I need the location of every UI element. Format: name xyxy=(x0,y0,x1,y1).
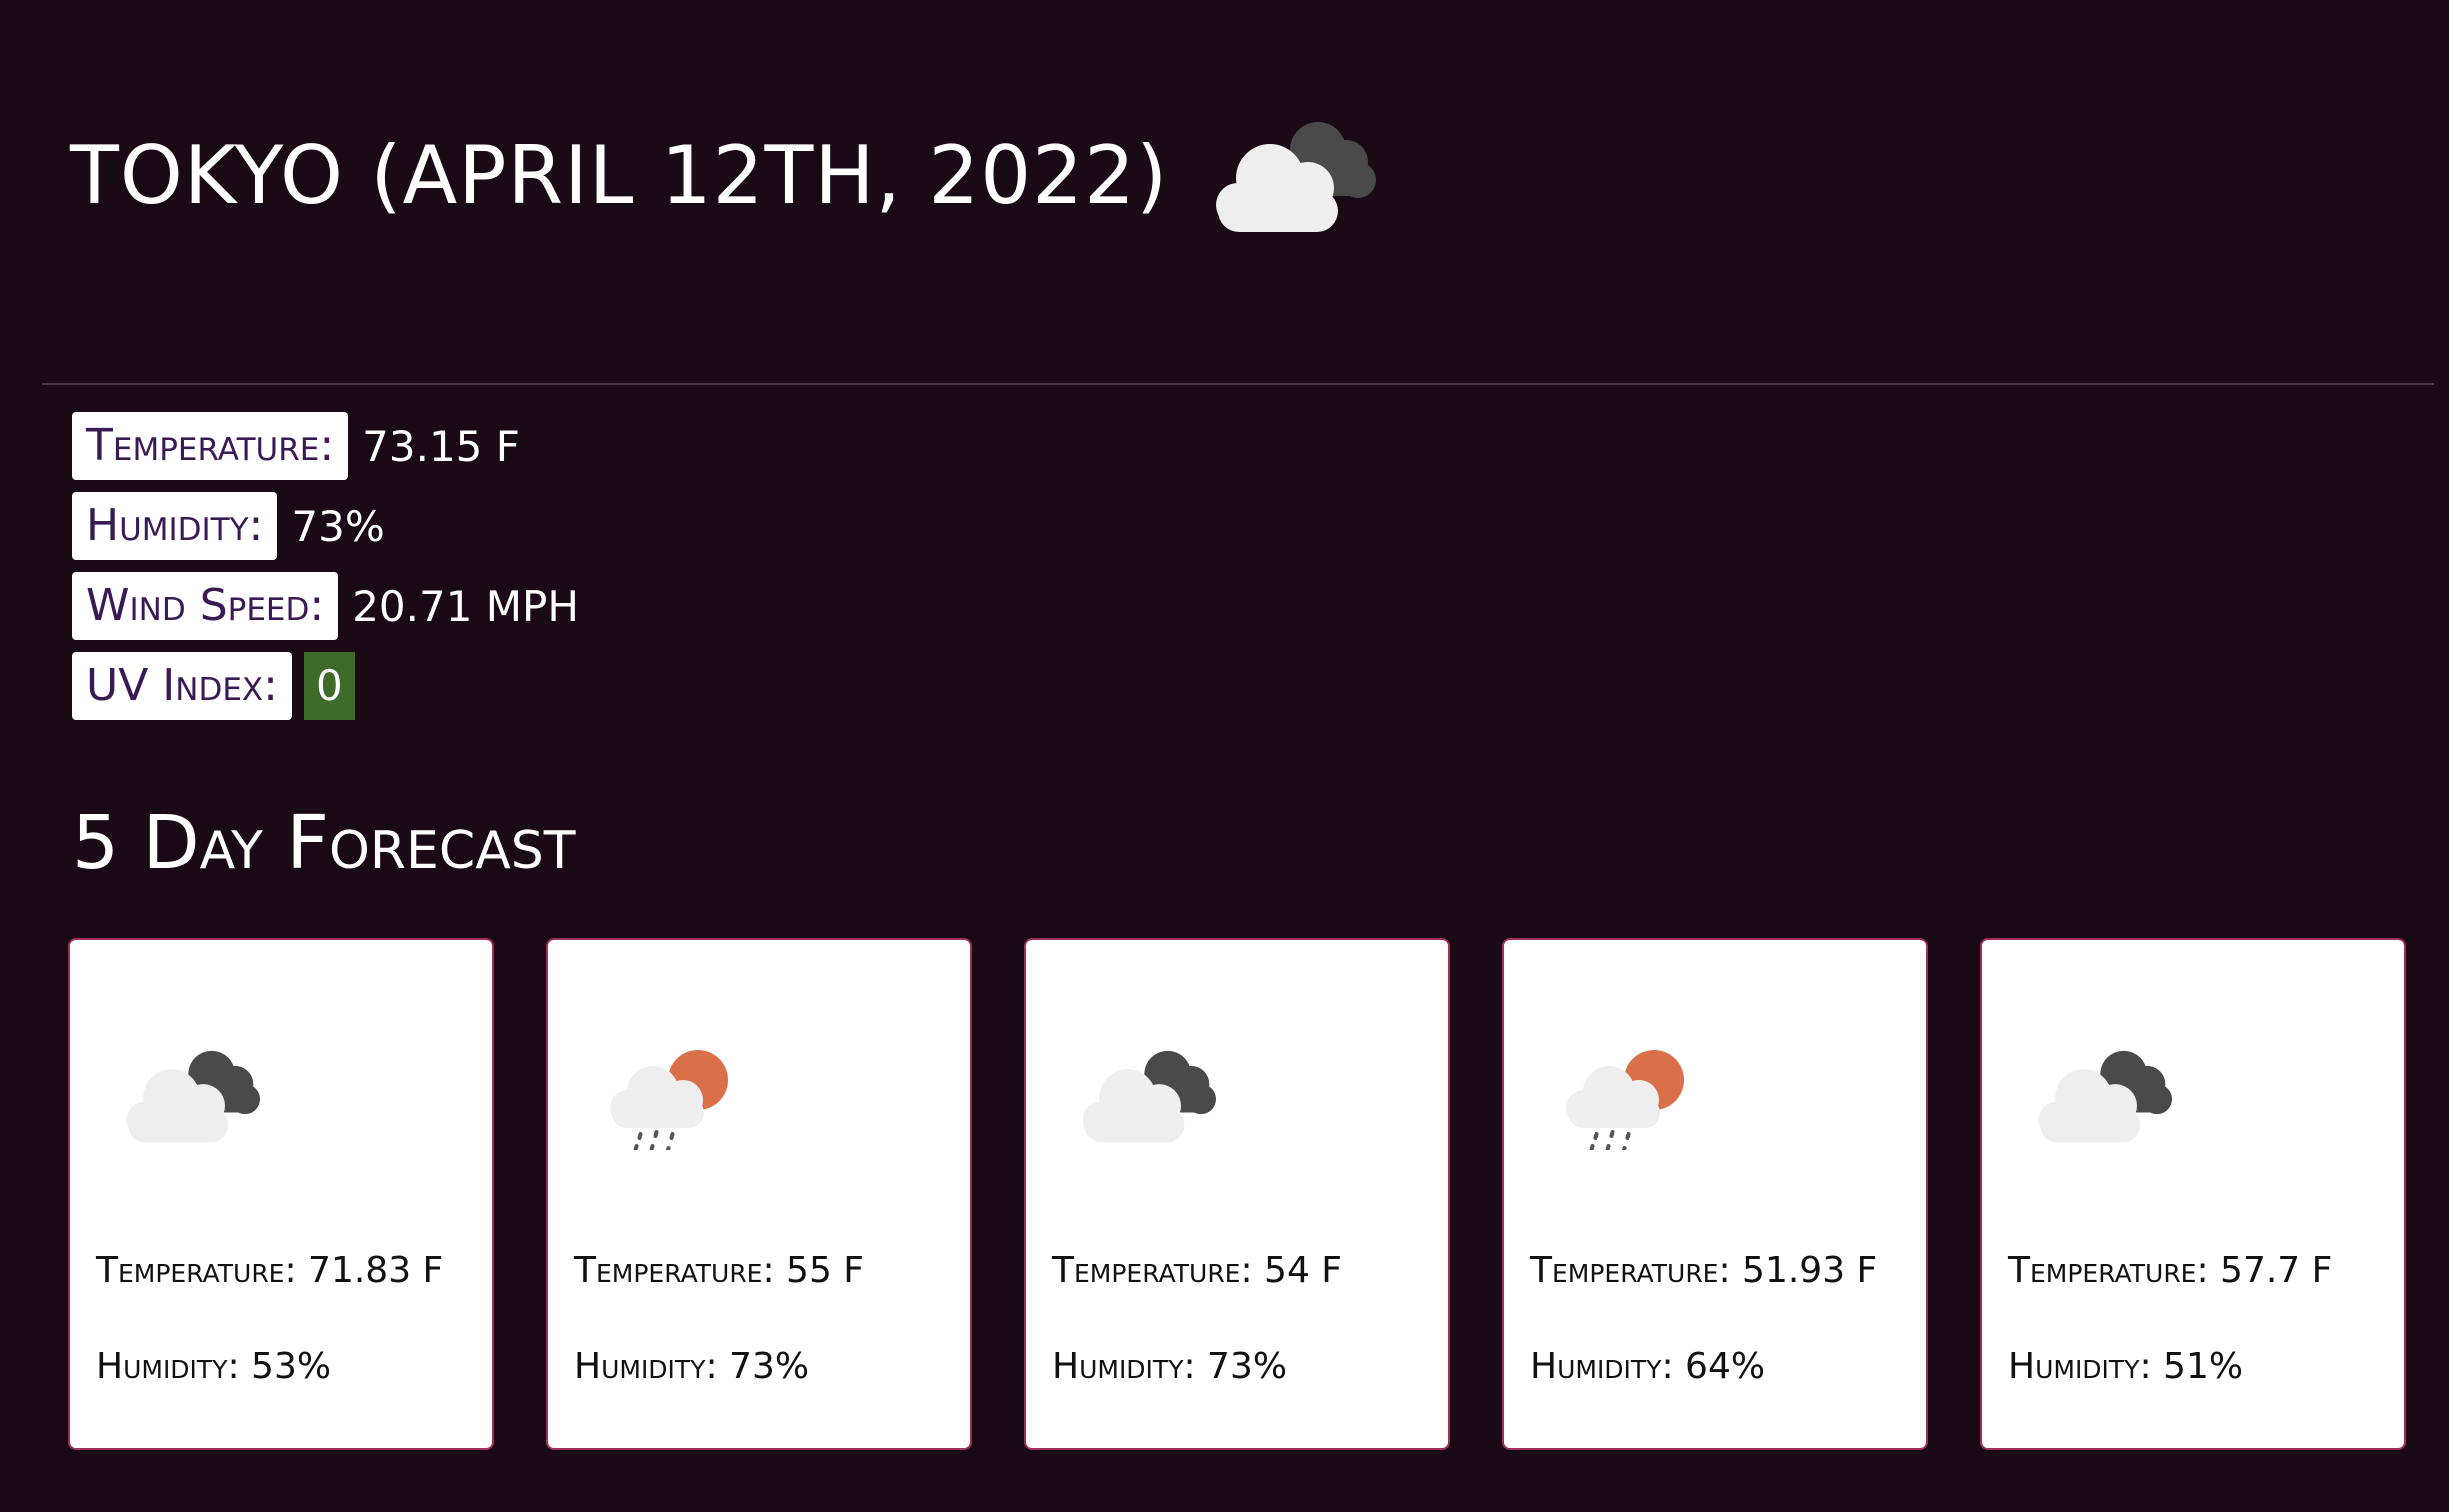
forecast-humidity: Humidity: 64% xyxy=(1530,1346,1766,1387)
city-title: Tokyo (April 12th, 2022) xyxy=(70,128,1169,222)
forecast-card: Temperature: 55 F Humidity: 73% xyxy=(546,938,972,1450)
stat-uv-index: UV Index: 0 xyxy=(72,652,579,720)
forecast-cards: Temperature: 71.83 F Humidity: 53% Tempe… xyxy=(68,938,2406,1450)
humidity-value: 73% xyxy=(291,501,385,551)
stat-wind-speed: Wind Speed: 20.71 MPH xyxy=(72,572,579,640)
forecast-temperature: Temperature: 55 F xyxy=(574,1250,865,1291)
wind-speed-label: Wind Speed: xyxy=(72,572,339,640)
wind-speed-value: 20.71 MPH xyxy=(352,581,579,631)
temperature-value: 73.15 F xyxy=(362,421,520,471)
forecast-temperature: Temperature: 51.93 F xyxy=(1530,1250,1878,1291)
forecast-card: Temperature: 51.93 F Humidity: 64% xyxy=(1502,938,1928,1450)
forecast-title: 5 Day Forecast xyxy=(72,800,576,886)
divider xyxy=(42,383,2434,385)
weather-dashboard: Tokyo (April 12th, 2022) Temperature: 73… xyxy=(0,0,2449,1512)
forecast-humidity: Humidity: 51% xyxy=(2008,1346,2244,1387)
broken-clouds-icon xyxy=(1076,1040,1226,1150)
forecast-temperature: Temperature: 57.7 F xyxy=(2008,1250,2333,1291)
current-weather-header: Tokyo (April 12th, 2022) xyxy=(70,110,1388,240)
broken-clouds-icon xyxy=(120,1040,270,1150)
forecast-temperature: Temperature: 71.83 F xyxy=(96,1250,444,1291)
forecast-humidity: Humidity: 73% xyxy=(1052,1346,1288,1387)
temperature-label: Temperature: xyxy=(72,412,349,480)
rain-sun-icon xyxy=(1554,1040,1704,1150)
forecast-temperature: Temperature: 54 F xyxy=(1052,1250,1343,1291)
forecast-card: Temperature: 54 F Humidity: 73% xyxy=(1024,938,1450,1450)
current-stats: Temperature: 73.15 F Humidity: 73% Wind … xyxy=(72,412,579,732)
forecast-card: Temperature: 71.83 F Humidity: 53% xyxy=(68,938,494,1450)
uv-index-badge: 0 xyxy=(303,652,355,720)
forecast-humidity: Humidity: 73% xyxy=(574,1346,810,1387)
rain-sun-icon xyxy=(598,1040,748,1150)
broken-clouds-icon xyxy=(2032,1040,2182,1150)
stat-temperature: Temperature: 73.15 F xyxy=(72,412,579,480)
humidity-label: Humidity: xyxy=(72,492,278,560)
forecast-humidity: Humidity: 53% xyxy=(96,1346,332,1387)
broken-clouds-icon xyxy=(1208,110,1388,240)
uv-index-label: UV Index: xyxy=(72,652,292,720)
stat-humidity: Humidity: 73% xyxy=(72,492,579,560)
forecast-card: Temperature: 57.7 F Humidity: 51% xyxy=(1980,938,2406,1450)
